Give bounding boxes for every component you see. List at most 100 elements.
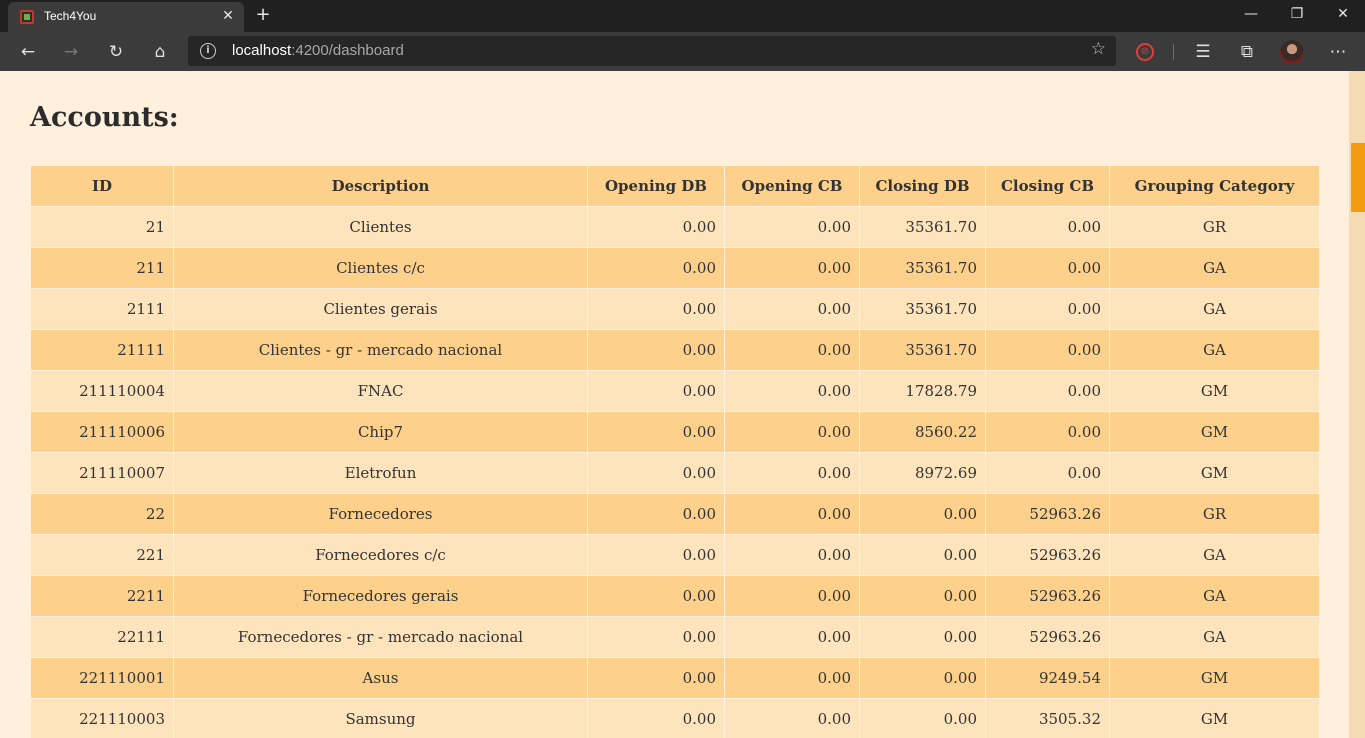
cell-closing-db: 0.00 [859, 616, 986, 658]
column-header-id[interactable]: ID [30, 165, 174, 207]
cell-closing-cb: 0.00 [985, 329, 1110, 371]
cell-closing-cb: 3505.32 [985, 698, 1110, 738]
table-row: 221110001 Asus 0.00 0.00 0.00 9249.54 GM [30, 657, 1320, 699]
cell-description: Fornecedores [173, 493, 588, 535]
cell-opening-db: 0.00 [587, 534, 725, 576]
cell-opening-db: 0.00 [587, 616, 725, 658]
cell-id: 221 [30, 534, 174, 576]
new-tab-button[interactable]: + [252, 4, 274, 26]
window-restore-button[interactable]: ❐ [1274, 0, 1320, 32]
cell-id: 221110001 [30, 657, 174, 699]
cell-closing-db: 35361.70 [859, 206, 986, 248]
refresh-icon[interactable]: ↻ [101, 37, 131, 67]
cell-grouping-category: GM [1109, 698, 1320, 738]
cell-closing-cb: 0.00 [985, 452, 1110, 494]
forward-icon[interactable]: → [56, 37, 86, 67]
table-row: 211110006 Chip7 0.00 0.00 8560.22 0.00 GM [30, 411, 1320, 453]
cell-closing-cb: 52963.26 [985, 575, 1110, 617]
cell-opening-db: 0.00 [587, 206, 725, 248]
table-row: 22111 Fornecedores - gr - mercado naciona… [30, 616, 1320, 658]
cell-grouping-category: GM [1109, 411, 1320, 453]
cell-id: 221110003 [30, 698, 174, 738]
table-row: 211110004 FNAC 0.00 0.00 17828.79 0.00 GM [30, 370, 1320, 412]
cell-closing-db: 0.00 [859, 575, 986, 617]
collections-icon[interactable]: ⧉ [1232, 37, 1262, 67]
cell-grouping-category: GM [1109, 370, 1320, 412]
column-header-closing-cb[interactable]: Closing CB [985, 165, 1110, 207]
browser-tab[interactable]: Tech4You ✕ [8, 2, 244, 32]
browser-toolbar: ← → ↻ ⌂ i localhost:4200/dashboard ☆ ⊘ ☰… [0, 32, 1365, 71]
scrollbar-thumb[interactable] [1351, 143, 1365, 212]
extension-icon[interactable]: ⊘ [1136, 43, 1154, 61]
cell-description: Clientes - gr - mercado nacional [173, 329, 588, 371]
cell-id: 22 [30, 493, 174, 535]
site-favicon-icon [20, 10, 34, 24]
cell-closing-cb: 0.00 [985, 288, 1110, 330]
cell-grouping-category: GR [1109, 493, 1320, 535]
cell-grouping-category: GA [1109, 288, 1320, 330]
cell-description: Fornecedores gerais [173, 575, 588, 617]
table-row: 2211 Fornecedores gerais 0.00 0.00 0.00 52963… [30, 575, 1320, 617]
profile-avatar[interactable] [1280, 40, 1304, 64]
cell-opening-db: 0.00 [587, 247, 725, 289]
cell-opening-db: 0.00 [587, 493, 725, 535]
cell-id: 211110006 [30, 411, 174, 453]
cell-closing-cb: 0.00 [985, 411, 1110, 453]
column-header-description[interactable]: Description [173, 165, 588, 207]
column-header-closing-db[interactable]: Closing DB [859, 165, 986, 207]
window-close-button[interactable]: ✕ [1320, 0, 1365, 32]
table-row: 22 Fornecedores 0.00 0.00 0.00 52963.26 GR [30, 493, 1320, 535]
more-icon[interactable]: ⋯ [1323, 37, 1353, 67]
cell-opening-cb: 0.00 [724, 247, 860, 289]
tab-close-icon[interactable]: ✕ [218, 6, 238, 26]
column-header-opening-db[interactable]: Opening DB [587, 165, 725, 207]
cell-id: 2111 [30, 288, 174, 330]
cell-opening-cb: 0.00 [724, 452, 860, 494]
cell-closing-db: 8560.22 [859, 411, 986, 453]
home-icon[interactable]: ⌂ [145, 37, 175, 67]
url-host: localhost [232, 42, 292, 59]
cell-opening-db: 0.00 [587, 657, 725, 699]
table-row: 211 Clientes c/c 0.00 0.00 35361.70 0.00 GA [30, 247, 1320, 289]
cell-opening-db: 0.00 [587, 698, 725, 738]
cell-grouping-category: GM [1109, 657, 1320, 699]
table-row: 221 Fornecedores c/c 0.00 0.00 0.00 52963.26 G… [30, 534, 1320, 576]
cell-closing-cb: 52963.26 [985, 534, 1110, 576]
cell-closing-db: 8972.69 [859, 452, 986, 494]
cell-closing-cb: 52963.26 [985, 493, 1110, 535]
cell-grouping-category: GA [1109, 616, 1320, 658]
cell-closing-db: 0.00 [859, 657, 986, 699]
cell-description: Clientes c/c [173, 247, 588, 289]
cell-description: Chip7 [173, 411, 588, 453]
site-info-icon[interactable]: i [200, 43, 216, 59]
table-row: 21111 Clientes - gr - mercado nacional 0.0… [30, 329, 1320, 371]
toolbar-separator [1173, 44, 1174, 60]
column-header-grouping-category[interactable]: Grouping Category [1109, 165, 1320, 207]
table-row: 21 Clientes 0.00 0.00 35361.70 0.00 GR [30, 206, 1320, 248]
cell-opening-cb: 0.00 [724, 288, 860, 330]
favorites-icon[interactable]: ☰ [1188, 37, 1218, 67]
cell-opening-cb: 0.00 [724, 411, 860, 453]
cell-opening-cb: 0.00 [724, 575, 860, 617]
cell-closing-db: 17828.79 [859, 370, 986, 412]
cell-closing-db: 35361.70 [859, 247, 986, 289]
cell-closing-db: 35361.70 [859, 288, 986, 330]
cell-opening-db: 0.00 [587, 575, 725, 617]
cell-id: 211 [30, 247, 174, 289]
cell-id: 22111 [30, 616, 174, 658]
cell-description: Eletrofun [173, 452, 588, 494]
cell-description: Fornecedores - gr - mercado nacional [173, 616, 588, 658]
cell-description: FNAC [173, 370, 588, 412]
address-url[interactable]: localhost:4200/dashboard [232, 42, 404, 59]
cell-description: Fornecedores c/c [173, 534, 588, 576]
window-minimize-button[interactable]: — [1228, 0, 1274, 32]
column-header-opening-cb[interactable]: Opening CB [724, 165, 860, 207]
back-icon[interactable]: ← [13, 37, 43, 67]
cell-id: 21111 [30, 329, 174, 371]
cell-id: 211110007 [30, 452, 174, 494]
cell-closing-cb: 0.00 [985, 247, 1110, 289]
cell-closing-cb: 0.00 [985, 370, 1110, 412]
favorite-star-icon[interactable]: ☆ [1091, 39, 1106, 59]
address-bar[interactable]: i localhost:4200/dashboard ☆ [188, 36, 1116, 66]
cell-description: Samsung [173, 698, 588, 738]
